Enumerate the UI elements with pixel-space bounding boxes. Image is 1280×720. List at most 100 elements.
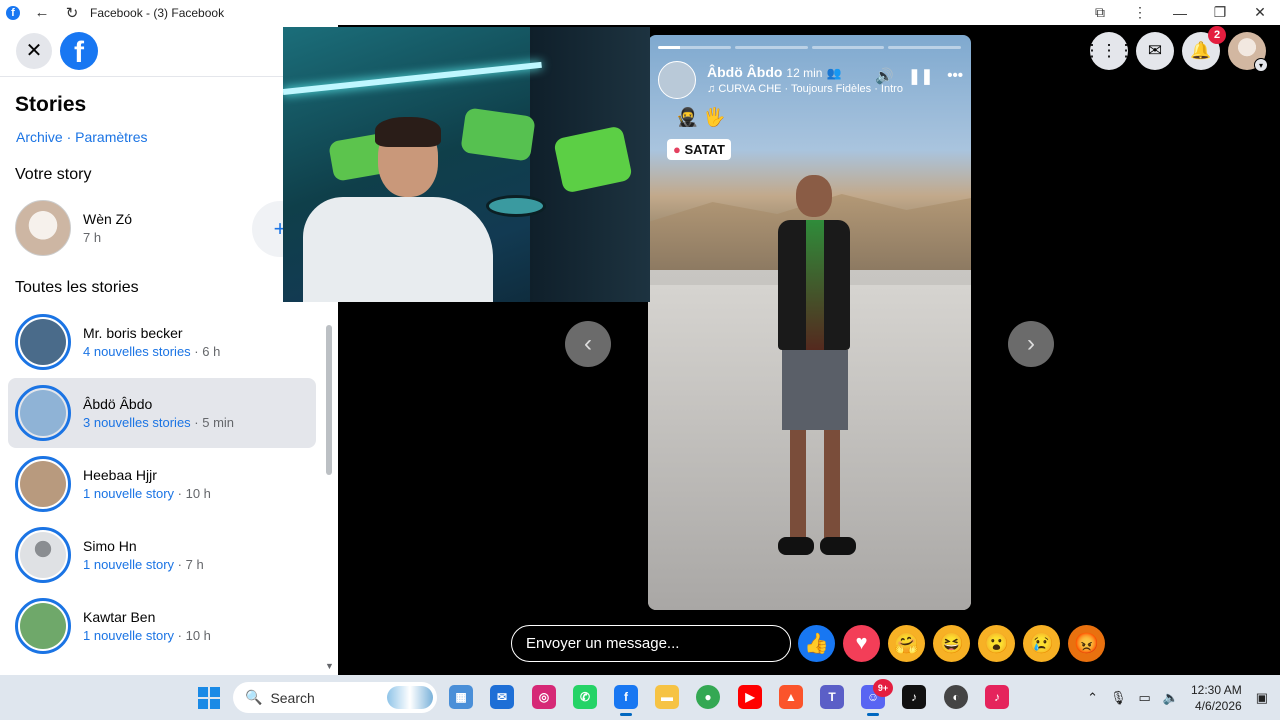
story-list-item[interactable]: Kawtar Ben 1 nouvelle story · 10 h	[8, 591, 316, 661]
restore-icon[interactable]: ❐	[1200, 4, 1240, 21]
speaker-icon[interactable]: 🔈	[1163, 690, 1179, 706]
profile-avatar[interactable]: ▾	[1228, 32, 1268, 72]
header-actions: ⋮⋮⋮ ✉ 🔔 2 ▾	[1084, 26, 1268, 72]
youtube-icon[interactable]: ▶	[738, 685, 762, 709]
avatar	[15, 456, 71, 512]
sad-reaction-icon[interactable]: 😢	[1023, 625, 1060, 662]
story-meta: 3 nouvelles stories · 5 min	[83, 415, 234, 430]
clock-time: 12:30 AM	[1191, 682, 1242, 697]
story-count: 4 nouvelles stories	[83, 344, 191, 359]
reload-icon[interactable]: ↻	[64, 4, 80, 22]
story-meta: 1 nouvelle story · 10 h	[83, 628, 211, 643]
close-icon[interactable]: ✕	[16, 32, 52, 69]
system-tray: ⌃ 🎙 ▭ 🔈 12:30 AM 4/6/2026 ▣	[1087, 675, 1280, 720]
capcut-icon[interactable]: ◐	[944, 685, 968, 709]
story-meta: 4 nouvelles stories · 6 h	[83, 344, 220, 359]
story-meta: 1 nouvelle story · 7 h	[83, 557, 204, 572]
story-header: Âbdö Âbdo 12 min 👥 ♫ CURVA CHE · Toujours …	[658, 61, 963, 101]
facebook-favicon-icon: f	[6, 5, 20, 20]
story-time: · 7 h	[174, 557, 204, 572]
instagram-icon[interactable]: ◎	[532, 685, 556, 709]
story-author-name: Âbdö Âbdo	[707, 64, 783, 80]
story-music[interactable]: ♫ CURVA CHE · Toujours Fidèles · Intro	[707, 83, 903, 95]
clock-date: 4/6/2026	[1194, 698, 1242, 713]
previous-story-chevron-icon[interactable]: ‹	[565, 321, 611, 367]
messenger-icon[interactable]: ✉	[1136, 32, 1174, 70]
discord-icon[interactable]: ☺ 9+	[861, 679, 893, 716]
story-meta: 7 h	[83, 230, 102, 245]
close-window-icon[interactable]: ✕	[1240, 4, 1280, 21]
angry-reaction-icon[interactable]: 😡	[1068, 625, 1105, 662]
taskbar-search[interactable]: 🔍 Search	[233, 682, 437, 713]
story-list-item[interactable]: Heebaa Hjjr 1 nouvelle story · 10 h	[8, 449, 316, 519]
chrome-icon[interactable]: ●	[696, 685, 720, 709]
windows-start-icon[interactable]	[198, 687, 220, 709]
taskbar-clock[interactable]: 12:30 AM 4/6/2026	[1191, 682, 1242, 714]
story-author-name: Mr. boris becker	[83, 325, 183, 341]
file-explorer-icon[interactable]: ▬	[655, 685, 679, 709]
story-time: · 10 h	[174, 486, 211, 501]
teams-icon[interactable]: T	[820, 685, 844, 709]
pause-icon[interactable]: ❚❚	[908, 67, 933, 85]
story-author-avatar[interactable]	[658, 61, 696, 99]
more-options-icon[interactable]: •••	[947, 67, 963, 85]
notifications-bell-icon[interactable]: 🔔 2	[1182, 26, 1226, 70]
chevron-up-icon[interactable]: ⌃	[1087, 690, 1098, 706]
story-reply-input[interactable]: Envoyer un message...	[511, 625, 791, 662]
volume-icon[interactable]: 🔊	[875, 67, 894, 85]
more-menu-icon[interactable]: ⋮	[1120, 4, 1160, 21]
taskbar-search-label: Search	[270, 689, 315, 706]
story-list-item[interactable]: Mr. boris becker 4 nouvelles stories · 6…	[8, 307, 316, 377]
story-author-name: Simo Hn	[83, 538, 137, 554]
story-image-person	[778, 175, 856, 575]
story-progress-bar	[658, 46, 961, 49]
page-title: Stories	[15, 93, 87, 116]
tiktok-icon[interactable]: ♪	[902, 685, 926, 709]
microsoft-store-icon[interactable]: ▦	[449, 685, 473, 709]
next-story-chevron-icon[interactable]: ›	[1008, 321, 1054, 367]
settings-link[interactable]: Paramètres	[75, 129, 147, 145]
archive-link[interactable]: Archive	[16, 129, 63, 145]
arrow-left-icon[interactable]: ←	[34, 4, 50, 21]
haha-reaction-icon[interactable]: 😆	[933, 625, 970, 662]
scroll-down-arrow-icon[interactable]: ▼	[325, 661, 334, 671]
avatar	[15, 200, 71, 256]
story-time: · 5 min	[190, 415, 235, 430]
notification-badge: 2	[1208, 26, 1226, 44]
microphone-icon[interactable]: 🎙	[1110, 690, 1127, 706]
story-count: 1 nouvelle story	[83, 486, 175, 501]
network-icon[interactable]: ▭	[1139, 690, 1151, 706]
story-author-name: Âbdö Âbdo	[83, 396, 153, 412]
story-list-item[interactable]: Simo Hn 1 nouvelle story · 7 h	[8, 520, 316, 590]
extensions-icon[interactable]: ⧉	[1080, 4, 1120, 21]
story-time: 12 min	[786, 66, 823, 80]
story-count: 1 nouvelle story	[83, 628, 175, 643]
story-count: 3 nouvelles stories	[83, 415, 191, 430]
whatsapp-icon[interactable]: ✆	[573, 685, 597, 709]
love-reaction-icon[interactable]: ♥	[843, 625, 880, 662]
notification-center-icon[interactable]: ▣	[1256, 690, 1268, 706]
facebook-taskbar-icon[interactable]: f	[614, 685, 638, 716]
brave-icon[interactable]: ▲	[779, 685, 803, 709]
story-author-name: Wèn Zó	[83, 211, 133, 227]
music-note-icon: ♫	[707, 83, 719, 95]
story-author[interactable]: Âbdö Âbdo 12 min 👥	[707, 64, 841, 80]
tiktok-pink-icon[interactable]: ♪	[985, 685, 1009, 709]
story-list-item-selected[interactable]: Âbdö Âbdo 3 nouvelles stories · 5 min	[8, 378, 316, 448]
location-pin-icon: ●	[673, 142, 681, 157]
menu-grid-icon[interactable]: ⋮⋮⋮	[1084, 32, 1135, 70]
location-sticker[interactable]: ● SATAT	[667, 139, 731, 160]
location-sticker-label: SATAT	[684, 142, 725, 157]
story-card[interactable]: Âbdö Âbdo 12 min 👥 ♫ CURVA CHE · Toujours …	[648, 35, 971, 610]
minimize-icon[interactable]: —	[1160, 5, 1200, 21]
like-reaction-icon[interactable]: 👍	[798, 625, 835, 662]
care-reaction-icon[interactable]: 🤗	[888, 625, 925, 662]
story-meta: 1 nouvelle story · 10 h	[83, 486, 211, 501]
wow-reaction-icon[interactable]: 😮	[978, 625, 1015, 662]
browser-titlebar: f ← ↻ Facebook - (3) Facebook ⧉ ⋮ — ❐ ✕	[0, 0, 1280, 25]
discord-badge: 9+	[873, 679, 893, 697]
default-avatar-icon	[15, 527, 71, 583]
outlook-icon[interactable]: ✉	[490, 685, 514, 709]
sidebar-scrollbar[interactable]	[326, 325, 332, 475]
facebook-logo-icon[interactable]: f	[60, 31, 98, 70]
